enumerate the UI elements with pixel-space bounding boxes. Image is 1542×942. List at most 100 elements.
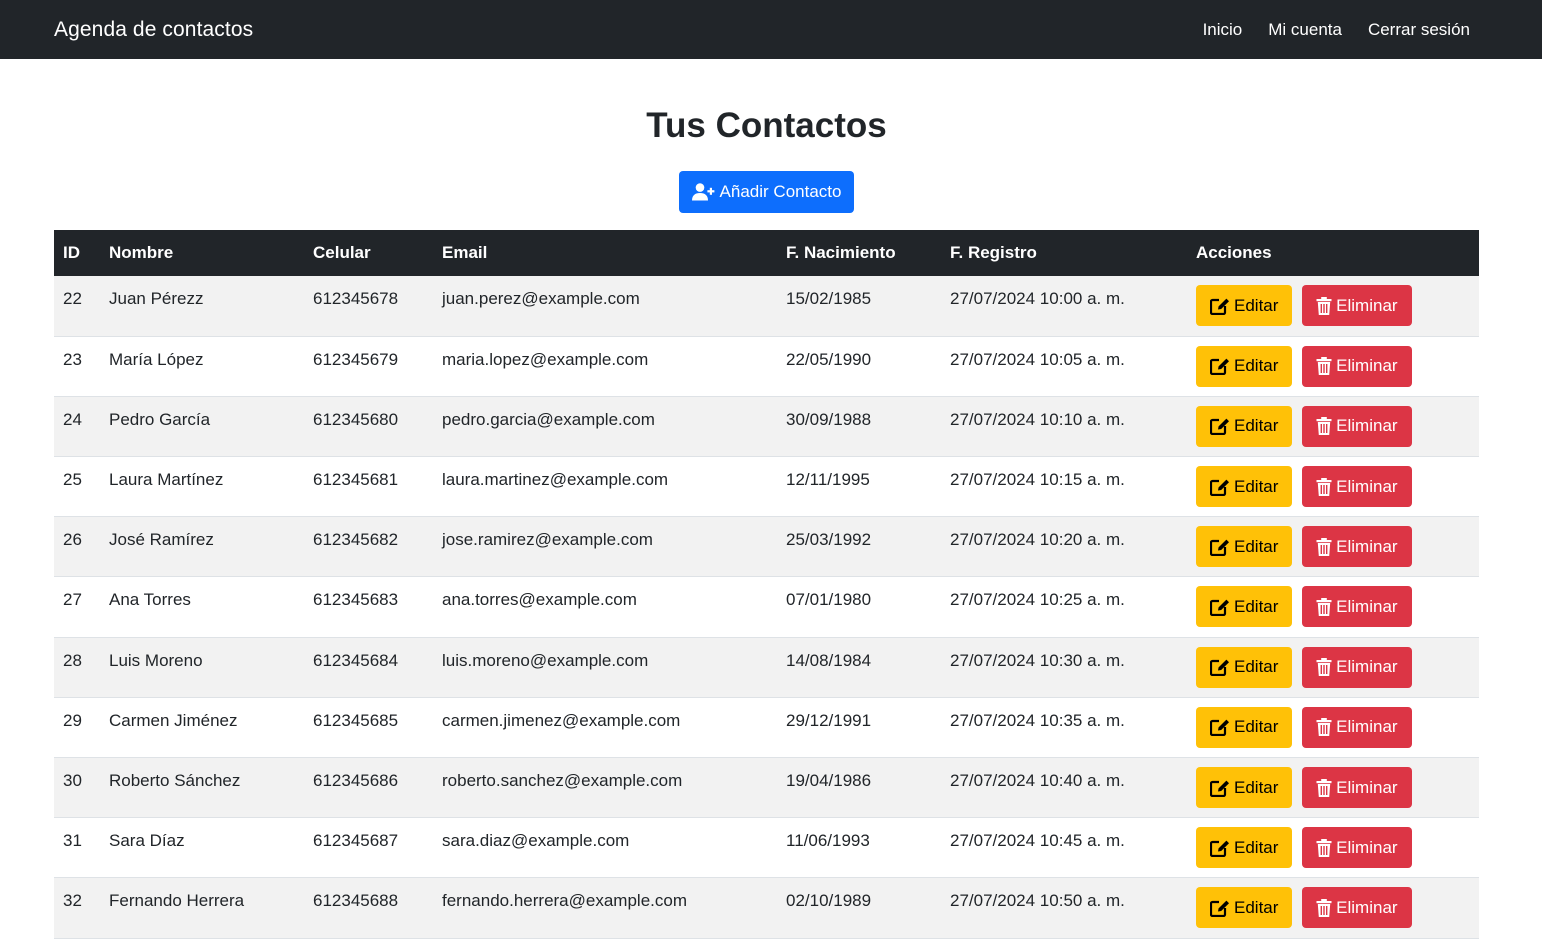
nav-link-mi-cuenta[interactable]: Mi cuenta	[1268, 20, 1342, 40]
cell-phone: 612345682	[313, 530, 399, 550]
delete-label: Eliminar	[1336, 596, 1398, 616]
edit-button[interactable]: Editar	[1196, 466, 1293, 508]
nav-link-inicio[interactable]: Inicio	[1203, 20, 1243, 40]
trash-icon	[1316, 778, 1332, 797]
cell-registered: 27/07/2024 10:30 a. m.	[950, 650, 1125, 670]
cell-id: 23	[63, 349, 82, 369]
brand-link[interactable]: Agenda de contactos	[54, 18, 253, 42]
cell-phone: 612345679	[313, 349, 399, 369]
delete-button[interactable]: Eliminar	[1302, 466, 1412, 508]
delete-button[interactable]: Eliminar	[1302, 646, 1412, 688]
edit-label: Editar	[1234, 536, 1279, 556]
edit-label: Editar	[1234, 897, 1279, 917]
cell-actions: Editar Eliminar	[1187, 818, 1479, 878]
delete-button[interactable]: Eliminar	[1302, 586, 1412, 628]
navbar: Agenda de contactos Inicio Mi cuenta Cer…	[0, 0, 1542, 59]
delete-button[interactable]: Eliminar	[1302, 827, 1412, 869]
cell-name: Ana Torres	[109, 590, 191, 610]
edit-label: Editar	[1234, 777, 1279, 797]
trash-icon	[1316, 838, 1332, 857]
cell-phone: 612345681	[313, 470, 399, 490]
nav-link-cerrar-sesion[interactable]: Cerrar sesión	[1368, 20, 1470, 40]
column-header-nacimiento: F. Nacimiento	[786, 243, 896, 262]
cell-name: Carmen Jiménez	[109, 710, 238, 730]
delete-label: Eliminar	[1336, 837, 1398, 857]
edit-button[interactable]: Editar	[1196, 526, 1293, 568]
cell-id: 25	[63, 470, 82, 490]
cell-registered: 27/07/2024 10:25 a. m.	[950, 590, 1125, 610]
delete-label: Eliminar	[1336, 897, 1398, 917]
cell-birth: 14/08/1984	[786, 650, 872, 670]
edit-icon	[1210, 598, 1230, 616]
cell-birth: 22/05/1990	[786, 349, 872, 369]
table-header: ID Nombre Celular Email F. Nacimiento F.…	[54, 230, 1479, 276]
table-row: 32 Fernando Herrera 612345688 fernando.h…	[54, 877, 1479, 939]
trash-icon	[1316, 718, 1332, 737]
cell-phone: 612345687	[313, 831, 399, 851]
cell-birth: 19/04/1986	[786, 771, 872, 790]
cell-email: roberto.sanchez@example.com	[442, 771, 683, 790]
table-row: 24 Pedro García 612345680 pedro.garcia@e…	[54, 396, 1479, 457]
delete-button[interactable]: Eliminar	[1302, 526, 1412, 568]
add-button-wrap: Añadir Contacto	[54, 171, 1479, 213]
nav-links: Inicio Mi cuenta Cerrar sesión	[1203, 20, 1470, 40]
cell-registered: 27/07/2024 10:40 a. m.	[950, 771, 1125, 790]
edit-button[interactable]: Editar	[1196, 887, 1293, 929]
delete-button[interactable]: Eliminar	[1302, 887, 1412, 929]
cell-birth: 11/06/1993	[786, 831, 870, 851]
cell-registered: 27/07/2024 10:00 a. m.	[950, 289, 1125, 308]
edit-button[interactable]: Editar	[1196, 827, 1293, 869]
edit-button[interactable]: Editar	[1196, 345, 1293, 387]
edit-icon	[1210, 357, 1230, 376]
cell-id: 28	[63, 650, 82, 670]
column-header-id: ID	[63, 243, 80, 262]
cell-phone: 612345684	[313, 650, 399, 670]
edit-button[interactable]: Editar	[1196, 405, 1293, 447]
edit-button[interactable]: Editar	[1196, 767, 1293, 808]
delete-button[interactable]: Eliminar	[1302, 285, 1412, 326]
delete-button[interactable]: Eliminar	[1302, 767, 1412, 808]
edit-button[interactable]: Editar	[1196, 646, 1293, 688]
trash-icon	[1316, 898, 1332, 917]
cell-birth: 12/11/1995	[786, 470, 870, 490]
cell-registered: 27/07/2024 10:45 a. m.	[950, 831, 1125, 851]
trash-icon	[1316, 597, 1332, 616]
edit-button[interactable]: Editar	[1196, 586, 1293, 628]
trash-icon	[1316, 537, 1332, 556]
edit-icon	[1210, 839, 1230, 857]
cell-actions: Editar Eliminar	[1187, 637, 1479, 697]
trash-icon	[1316, 417, 1332, 436]
edit-button[interactable]: Editar	[1196, 706, 1293, 748]
delete-label: Eliminar	[1336, 416, 1398, 436]
cell-email: luis.moreno@example.com	[442, 650, 649, 670]
delete-label: Eliminar	[1336, 356, 1398, 376]
delete-button[interactable]: Eliminar	[1302, 405, 1412, 447]
edit-label: Editar	[1234, 596, 1279, 616]
cell-name: María López	[109, 349, 204, 369]
delete-button[interactable]: Eliminar	[1302, 706, 1412, 748]
trash-icon	[1316, 357, 1332, 376]
add-contact-label: Añadir Contacto	[719, 182, 842, 201]
cell-actions: Editar Eliminar	[1187, 276, 1479, 336]
cell-actions: Editar Eliminar	[1187, 336, 1479, 396]
cell-phone: 612345678	[313, 289, 399, 308]
edit-icon	[1210, 297, 1230, 315]
cell-email: fernando.herrera@example.com	[442, 891, 687, 911]
cell-email: ana.torres@example.com	[442, 590, 637, 610]
cell-name: José Ramírez	[109, 530, 214, 550]
cell-id: 24	[63, 409, 82, 429]
edit-button[interactable]: Editar	[1196, 285, 1293, 326]
cell-registered: 27/07/2024 10:35 a. m.	[950, 710, 1125, 730]
delete-button[interactable]: Eliminar	[1302, 345, 1412, 387]
cell-email: sara.diaz@example.com	[442, 831, 630, 851]
cell-birth: 25/03/1992	[786, 530, 872, 550]
cell-email: jose.ramirez@example.com	[442, 530, 653, 550]
table-row: 28 Luis Moreno 612345684 luis.moreno@exa…	[54, 637, 1479, 698]
edit-icon	[1210, 899, 1230, 917]
cell-phone: 612345688	[313, 891, 399, 911]
column-header-celular: Celular	[313, 243, 371, 262]
trash-icon	[1316, 658, 1332, 677]
cell-id: 29	[63, 710, 82, 730]
add-contact-button[interactable]: Añadir Contacto	[678, 171, 855, 213]
cell-birth: 02/10/1989	[786, 891, 872, 911]
